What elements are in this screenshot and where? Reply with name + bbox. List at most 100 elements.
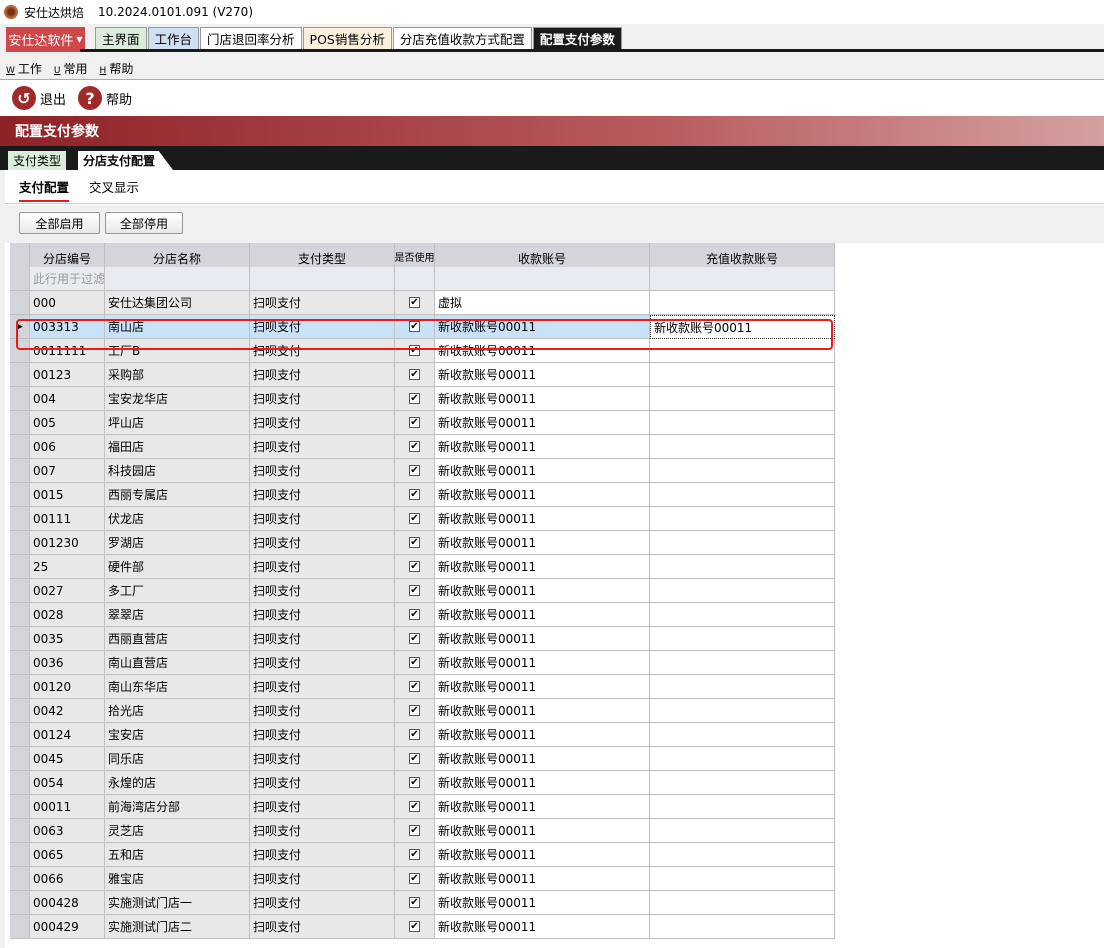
checkbox-checked-icon[interactable]: ✔ — [409, 393, 420, 404]
cell-branch-name[interactable]: 南山直营店 — [105, 651, 250, 675]
cell-enabled[interactable]: ✔ — [395, 435, 435, 459]
cell-account[interactable]: 新收款账号00011 — [435, 579, 650, 603]
cell-payment-type[interactable]: 扫呗支付 — [250, 915, 395, 939]
checkbox-checked-icon[interactable]: ✔ — [409, 585, 420, 596]
cell-branch-name[interactable]: 南山东华店 — [105, 675, 250, 699]
table-row[interactable]: 0027 多工厂 扫呗支付 ✔ 新收款账号00011 — [10, 579, 836, 603]
row-indicator[interactable] — [10, 507, 30, 531]
row-indicator[interactable] — [10, 723, 30, 747]
cell-enabled[interactable]: ✔ — [395, 627, 435, 651]
cell-branch-name[interactable]: 前海湾店分部 — [105, 795, 250, 819]
cell-payment-type[interactable]: 扫呗支付 — [250, 315, 395, 339]
row-indicator[interactable] — [10, 579, 30, 603]
checkbox-checked-icon[interactable]: ✔ — [409, 801, 420, 812]
cell-recharge-account[interactable]: 新收款账号00011 — [650, 315, 835, 339]
row-indicator[interactable] — [10, 627, 30, 651]
cell-payment-type[interactable]: 扫呗支付 — [250, 339, 395, 363]
checkbox-checked-icon[interactable]: ✔ — [409, 825, 420, 836]
table-row[interactable]: 000429 实施测试门店二 扫呗支付 ✔ 新收款账号00011 — [10, 915, 836, 939]
cell-branch-name[interactable]: 安仕达集团公司 — [105, 291, 250, 315]
table-row[interactable]: 00011 前海湾店分部 扫呗支付 ✔ 新收款账号00011 — [10, 795, 836, 819]
cell-payment-type[interactable]: 扫呗支付 — [250, 747, 395, 771]
cell-enabled[interactable]: ✔ — [395, 315, 435, 339]
row-indicator[interactable] — [10, 291, 30, 315]
checkbox-checked-icon[interactable]: ✔ — [409, 297, 420, 308]
cell-recharge-account[interactable] — [650, 723, 835, 747]
cell-recharge-account[interactable] — [650, 675, 835, 699]
cell-payment-type[interactable]: 扫呗支付 — [250, 651, 395, 675]
cell-account[interactable]: 新收款账号00011 — [435, 771, 650, 795]
row-indicator[interactable] — [10, 483, 30, 507]
cell-branch-code[interactable]: 003313 — [30, 315, 105, 339]
cell-branch-code[interactable]: 0065 — [30, 843, 105, 867]
cell-payment-type[interactable]: 扫呗支付 — [250, 483, 395, 507]
cell-enabled[interactable]: ✔ — [395, 459, 435, 483]
table-row[interactable]: 00111 伏龙店 扫呗支付 ✔ 新收款账号00011 — [10, 507, 836, 531]
cell-payment-type[interactable]: 扫呗支付 — [250, 627, 395, 651]
table-row[interactable]: 0045 同乐店 扫呗支付 ✔ 新收款账号00011 — [10, 747, 836, 771]
cell-enabled[interactable]: ✔ — [395, 603, 435, 627]
cell-account[interactable]: 新收款账号00011 — [435, 819, 650, 843]
table-row[interactable]: 0011111 工厂B 扫呗支付 ✔ 新收款账号00011 — [10, 339, 836, 363]
checkbox-checked-icon[interactable]: ✔ — [409, 465, 420, 476]
row-indicator[interactable] — [10, 699, 30, 723]
menu-item-2[interactable]: H 帮助 — [100, 60, 134, 77]
row-indicator[interactable]: ▶ — [10, 315, 30, 339]
cell-branch-name[interactable]: 宝安店 — [105, 723, 250, 747]
table-row[interactable]: 0065 五和店 扫呗支付 ✔ 新收款账号00011 — [10, 843, 836, 867]
cell-account[interactable]: 新收款账号00011 — [435, 747, 650, 771]
table-row[interactable]: 0028 翠翠店 扫呗支付 ✔ 新收款账号00011 — [10, 603, 836, 627]
tab-3[interactable]: POS销售分析 — [302, 27, 392, 49]
cell-account[interactable]: 新收款账号00011 — [435, 603, 650, 627]
cell-recharge-account[interactable] — [650, 555, 835, 579]
filter-cell[interactable] — [105, 267, 250, 291]
table-row[interactable]: 000 安仕达集团公司 扫呗支付 ✔ 虚拟 — [10, 291, 836, 315]
cell-recharge-account[interactable] — [650, 915, 835, 939]
cell-branch-name[interactable]: 西丽直营店 — [105, 627, 250, 651]
cell-payment-type[interactable]: 扫呗支付 — [250, 795, 395, 819]
table-row[interactable]: 00120 南山东华店 扫呗支付 ✔ 新收款账号00011 — [10, 675, 836, 699]
table-row[interactable]: 000428 实施测试门店一 扫呗支付 ✔ 新收款账号00011 — [10, 891, 836, 915]
cell-branch-code[interactable]: 0036 — [30, 651, 105, 675]
cell-payment-type[interactable]: 扫呗支付 — [250, 771, 395, 795]
tab-5[interactable]: 配置支付参数 — [532, 27, 622, 49]
cell-branch-code[interactable]: 0035 — [30, 627, 105, 651]
cell-branch-code[interactable]: 0028 — [30, 603, 105, 627]
checkbox-checked-icon[interactable]: ✔ — [409, 609, 420, 620]
checkbox-checked-icon[interactable]: ✔ — [409, 345, 420, 356]
cell-account[interactable]: 新收款账号00011 — [435, 651, 650, 675]
cell-account[interactable]: 新收款账号00011 — [435, 339, 650, 363]
cell-enabled[interactable]: ✔ — [395, 579, 435, 603]
cell-recharge-account[interactable] — [650, 339, 835, 363]
cell-recharge-account[interactable] — [650, 651, 835, 675]
tab-branch-payment-config[interactable]: 分店支付配置 — [78, 151, 174, 170]
checkbox-checked-icon[interactable]: ✔ — [409, 369, 420, 380]
cell-branch-code[interactable]: 0054 — [30, 771, 105, 795]
cell-branch-name[interactable]: 采购部 — [105, 363, 250, 387]
cell-branch-name[interactable]: 伏龙店 — [105, 507, 250, 531]
cell-recharge-account[interactable] — [650, 291, 835, 315]
filter-cell[interactable]: 此行用于过滤 — [30, 267, 105, 291]
cell-recharge-account[interactable] — [650, 579, 835, 603]
cell-branch-name[interactable]: 坪山店 — [105, 411, 250, 435]
row-indicator[interactable] — [10, 459, 30, 483]
cell-enabled[interactable]: ✔ — [395, 411, 435, 435]
row-indicator[interactable] — [10, 771, 30, 795]
cell-branch-code[interactable]: 00123 — [30, 363, 105, 387]
cell-payment-type[interactable]: 扫呗支付 — [250, 459, 395, 483]
cell-recharge-account[interactable] — [650, 747, 835, 771]
cell-enabled[interactable]: ✔ — [395, 867, 435, 891]
table-row[interactable]: 0035 西丽直营店 扫呗支付 ✔ 新收款账号00011 — [10, 627, 836, 651]
checkbox-checked-icon[interactable]: ✔ — [409, 921, 420, 932]
table-row[interactable]: 0054 永煌的店 扫呗支付 ✔ 新收款账号00011 — [10, 771, 836, 795]
cell-branch-code[interactable]: 0015 — [30, 483, 105, 507]
checkbox-checked-icon[interactable]: ✔ — [409, 753, 420, 764]
cell-account[interactable]: 新收款账号00011 — [435, 531, 650, 555]
cell-account[interactable]: 新收款账号00011 — [435, 387, 650, 411]
cell-branch-name[interactable]: 福田店 — [105, 435, 250, 459]
cell-recharge-account[interactable] — [650, 843, 835, 867]
checkbox-checked-icon[interactable]: ✔ — [409, 561, 420, 572]
cell-account[interactable]: 新收款账号00011 — [435, 555, 650, 579]
cell-branch-name[interactable]: 实施测试门店一 — [105, 891, 250, 915]
cell-branch-code[interactable]: 0066 — [30, 867, 105, 891]
